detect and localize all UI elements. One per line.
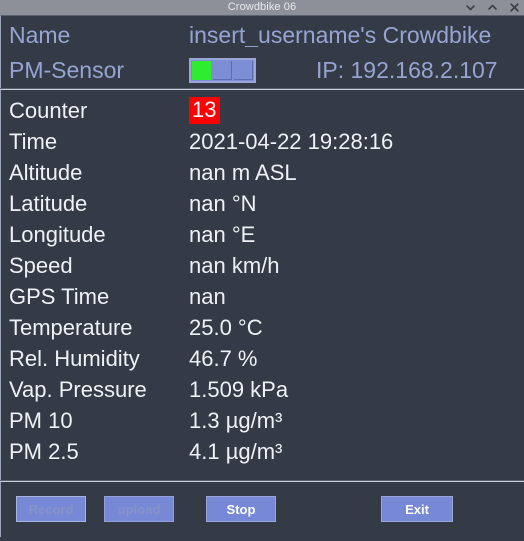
reading-value: 1.3 µg/m³	[189, 407, 283, 433]
close-icon[interactable]	[509, 1, 520, 14]
device-name-row: Name insert_username's Crowdbike	[1, 18, 524, 53]
pm-sensor-segment	[213, 61, 232, 80]
reading-value: nan °E	[189, 221, 256, 247]
reading-label: Temperature	[9, 314, 133, 340]
reading-value: 46.7 %	[189, 345, 258, 371]
reading-label: Vap. Pressure	[9, 376, 147, 402]
reading-row-speed: Speed nan km/h	[9, 250, 524, 281]
reading-label: PM 2.5	[9, 438, 79, 464]
window-titlebar[interactable]: Crowdbike 06	[0, 0, 524, 15]
device-name-label: Name	[9, 22, 71, 48]
reading-label: Rel. Humidity	[9, 345, 140, 371]
reading-row-pm10: PM 10 1.3 µg/m³	[9, 405, 524, 436]
reading-value: nan °N	[189, 190, 257, 216]
reading-label: Counter	[9, 97, 88, 123]
window-title: Crowdbike 06	[227, 1, 297, 13]
action-button-bar: Record upload Stop Exit	[0, 482, 524, 537]
reading-row-time: Time 2021-04-22 19:28:16	[9, 126, 524, 157]
reading-value: 25.0 °C	[189, 314, 263, 340]
record-button[interactable]: Record	[16, 496, 86, 522]
reading-row-rel-humidity: Rel. Humidity 46.7 %	[9, 343, 524, 374]
maximize-icon[interactable]	[487, 1, 498, 14]
ip-address-text: IP: 192.168.2.107	[316, 57, 498, 83]
reading-row-longitude: Longitude nan °E	[9, 219, 524, 250]
window-controls	[465, 0, 520, 15]
reading-label: Latitude	[9, 190, 88, 216]
reading-label: PM 10	[9, 407, 73, 433]
reading-value: nan m ASL	[189, 159, 297, 185]
reading-value: nan	[189, 283, 226, 309]
reading-row-counter: Counter 13	[9, 95, 524, 126]
reading-label: Longitude	[9, 221, 106, 247]
reading-value: 2021-04-22 19:28:16	[189, 128, 394, 154]
reading-row-gps-time: GPS Time nan	[9, 281, 524, 312]
reading-label: Speed	[9, 252, 73, 278]
reading-value: nan km/h	[189, 252, 280, 278]
reading-label: GPS Time	[9, 283, 110, 309]
reading-value: 4.1 µg/m³	[189, 438, 283, 464]
reading-row-pm25: PM 2.5 4.1 µg/m³	[9, 436, 524, 467]
reading-row-temperature: Temperature 25.0 °C	[9, 312, 524, 343]
reading-value: 1.509 kPa	[189, 376, 289, 402]
reading-row-altitude: Altitude nan m ASL	[9, 157, 524, 188]
reading-row-vap-pressure: Vap. Pressure 1.509 kPa	[9, 374, 524, 405]
pm-sensor-label: PM-Sensor	[9, 57, 125, 83]
upload-button[interactable]: upload	[104, 496, 174, 522]
reading-row-latitude: Latitude nan °N	[9, 188, 524, 219]
pm-sensor-segment	[192, 61, 211, 80]
pm-sensor-segment	[234, 61, 253, 80]
reading-label: Altitude	[9, 159, 83, 185]
device-name-value: insert_username's Crowdbike	[189, 24, 492, 47]
crowdbike-window: Crowdbike 06 Name insert_username's Crow…	[0, 0, 524, 541]
stop-button[interactable]: Stop	[206, 496, 276, 522]
counter-value-badge: 13	[189, 97, 221, 124]
minimize-icon[interactable]	[465, 1, 476, 14]
readings-panel: Counter 13 Time 2021-04-22 19:28:16 Alti…	[0, 90, 524, 480]
pm-sensor-status-indicator	[189, 58, 256, 83]
pm-sensor-row: PM-Sensor IP: 192.168.2.107	[1, 53, 524, 88]
exit-button[interactable]: Exit	[381, 496, 453, 522]
reading-label: Time	[9, 128, 58, 154]
device-header-panel: Name insert_username's Crowdbike PM-Sens…	[0, 15, 524, 88]
